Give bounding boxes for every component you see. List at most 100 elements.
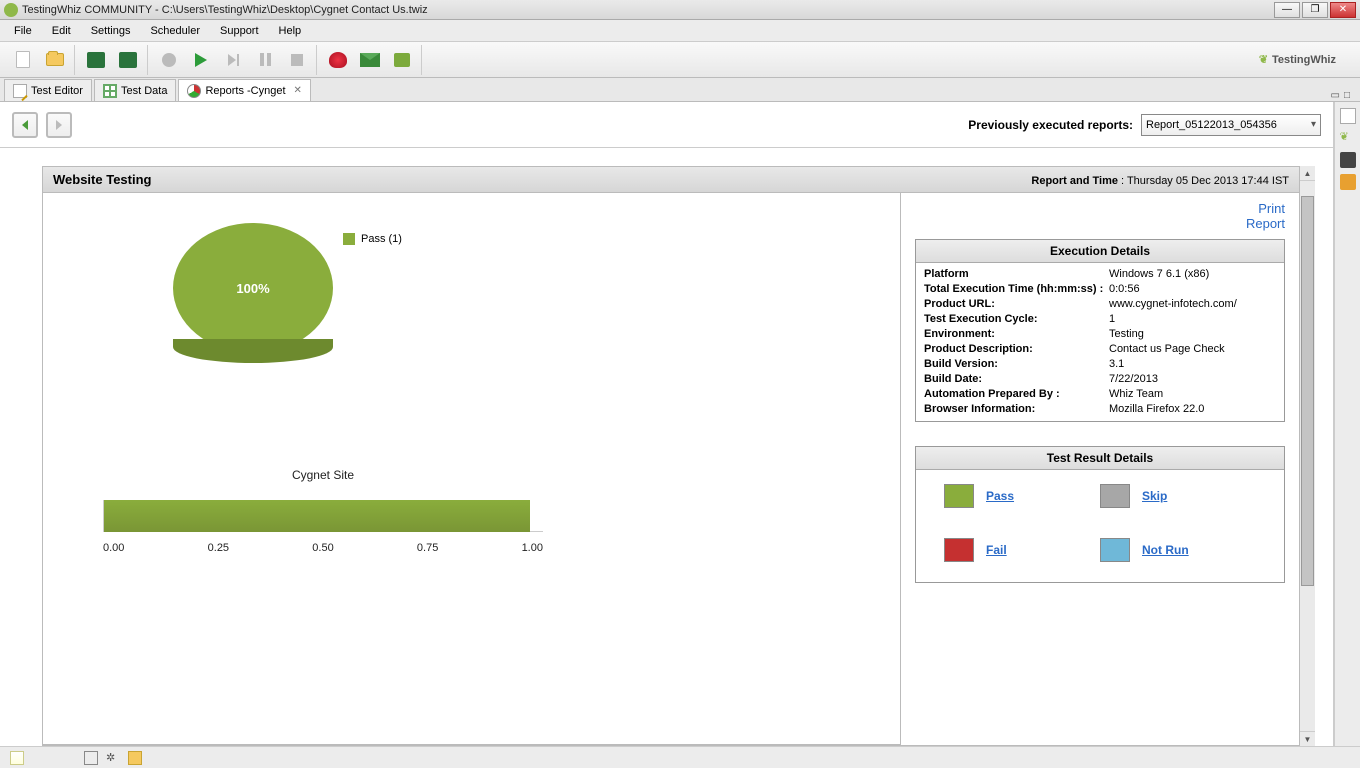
tab-reports[interactable]: Reports -Cynget ✕	[178, 79, 310, 101]
nav-forward-button[interactable]	[46, 112, 72, 138]
status-icon-1[interactable]	[10, 751, 24, 765]
status-folder-icon[interactable]	[128, 751, 142, 765]
pause-button[interactable]	[250, 46, 280, 74]
edit-icon	[13, 84, 27, 98]
green-square-icon	[394, 53, 410, 67]
notrun-link[interactable]: Not Run	[1142, 543, 1189, 557]
tick: 0.50	[312, 542, 333, 554]
maximize-button[interactable]: ❐	[1302, 2, 1328, 18]
table-icon	[103, 84, 117, 98]
pause-icon	[260, 53, 271, 66]
window-title: TestingWhiz COMMUNITY - C:\Users\Testing…	[22, 4, 1274, 16]
exec-value: 0:0:56	[1109, 282, 1276, 297]
exec-detail-row: Test Execution Cycle:1	[924, 312, 1276, 327]
exec-key: Build Version:	[924, 357, 1109, 372]
exec-key: Build Date:	[924, 372, 1109, 387]
bug-icon	[329, 52, 347, 68]
debug-button[interactable]	[323, 46, 353, 74]
stop-icon	[291, 54, 303, 66]
vertical-scrollbar[interactable]: ▲ ▼	[1300, 166, 1315, 746]
record-button[interactable]	[154, 46, 184, 74]
pie-legend: Pass (1)	[343, 233, 402, 245]
new-file-button[interactable]	[8, 46, 38, 74]
tab-test-editor[interactable]: Test Editor	[4, 79, 92, 101]
exec-detail-row: Build Date:7/22/2013	[924, 372, 1276, 387]
scroll-up-arrow[interactable]: ▲	[1300, 166, 1315, 181]
arrow-right-icon	[53, 119, 65, 131]
exec-value: 7/22/2013	[1109, 372, 1276, 387]
export-excel-button[interactable]	[81, 46, 111, 74]
exec-value: Contact us Page Check	[1109, 342, 1276, 357]
scroll-down-arrow[interactable]: ▼	[1300, 731, 1315, 746]
report-select-combo[interactable]: Report_05122013_054356	[1141, 114, 1321, 136]
minimize-view-icon[interactable]: ▭	[1331, 90, 1340, 101]
combo-value: Report_05122013_054356	[1146, 119, 1277, 131]
step-button[interactable]	[218, 46, 248, 74]
fail-swatch	[944, 538, 974, 562]
right-sidebar: ❦	[1334, 102, 1360, 746]
nav-back-button[interactable]	[12, 112, 38, 138]
fail-link[interactable]: Fail	[986, 543, 1007, 557]
close-button[interactable]: ✕	[1330, 2, 1356, 18]
status-gear-icon[interactable]: ✲	[106, 751, 120, 765]
pie-chart-icon	[187, 84, 201, 98]
document-icon	[16, 51, 30, 68]
sidebar-dark-icon[interactable]	[1340, 152, 1356, 168]
maximize-view-icon[interactable]: □	[1344, 90, 1350, 101]
tab-test-data[interactable]: Test Data	[94, 79, 176, 101]
menu-help[interactable]: Help	[269, 23, 312, 39]
skip-link[interactable]: Skip	[1142, 489, 1167, 503]
legend-label: Pass (1)	[361, 233, 402, 245]
menu-edit[interactable]: Edit	[42, 23, 81, 39]
brand-text: TestingWhiz	[1272, 54, 1336, 66]
open-file-button[interactable]	[40, 46, 70, 74]
play-button[interactable]	[186, 46, 216, 74]
legend-swatch	[343, 233, 355, 245]
sidebar-orange-icon[interactable]	[1340, 174, 1356, 190]
mail-icon	[360, 53, 380, 67]
exec-key: Environment:	[924, 327, 1109, 342]
tick: 0.00	[103, 542, 124, 554]
tick: 0.75	[417, 542, 438, 554]
tab-label: Test Data	[121, 85, 167, 97]
excel-icon	[119, 52, 137, 68]
exec-detail-row: Browser Information:Mozilla Firefox 22.0	[924, 402, 1276, 417]
editor-tab-bar: Test Editor Test Data Reports -Cynget ✕ …	[0, 78, 1360, 102]
menu-support[interactable]: Support	[210, 23, 269, 39]
pass-swatch	[944, 484, 974, 508]
report-title: Website Testing	[53, 172, 151, 187]
exec-key: Product Description:	[924, 342, 1109, 357]
stop-button[interactable]	[282, 46, 312, 74]
status-restore-icon[interactable]	[84, 751, 98, 765]
app-icon	[4, 3, 18, 17]
sidebar-app-icon[interactable]: ❦	[1340, 130, 1356, 146]
menu-file[interactable]: File	[4, 23, 42, 39]
window-title-bar: TestingWhiz COMMUNITY - C:\Users\Testing…	[0, 0, 1360, 20]
menu-settings[interactable]: Settings	[81, 23, 141, 39]
pass-link[interactable]: Pass	[986, 489, 1014, 503]
report-link[interactable]: Report	[915, 216, 1285, 231]
pie-percent-label: 100%	[236, 281, 269, 296]
scroll-thumb[interactable]	[1301, 196, 1314, 586]
print-link[interactable]: Print	[915, 201, 1285, 216]
record-icon	[162, 53, 176, 67]
menu-scheduler[interactable]: Scheduler	[140, 23, 210, 39]
tab-close-icon[interactable]: ✕	[294, 85, 302, 96]
execution-details-header: Execution Details	[916, 240, 1284, 263]
test-result-header: Test Result Details	[916, 447, 1284, 470]
sidebar-restore-icon[interactable]	[1340, 108, 1356, 124]
misc-button[interactable]	[387, 46, 417, 74]
result-pass: Pass	[944, 484, 1100, 508]
mail-button[interactable]	[355, 46, 385, 74]
exec-key: Product URL:	[924, 297, 1109, 312]
pie-side	[173, 339, 333, 363]
arrow-left-icon	[19, 119, 31, 131]
exec-value: Mozilla Firefox 22.0	[1109, 402, 1276, 417]
exec-key: Browser Information:	[924, 402, 1109, 417]
exec-detail-row: Automation Prepared By :Whiz Team	[924, 387, 1276, 402]
tab-label: Reports -Cynget	[205, 85, 285, 97]
export-excel-alt-button[interactable]	[113, 46, 143, 74]
bar-x-axis: 0.00 0.25 0.50 0.75 1.00	[103, 542, 543, 554]
pie-chart: 100%	[173, 223, 333, 363]
minimize-button[interactable]: —	[1274, 2, 1300, 18]
